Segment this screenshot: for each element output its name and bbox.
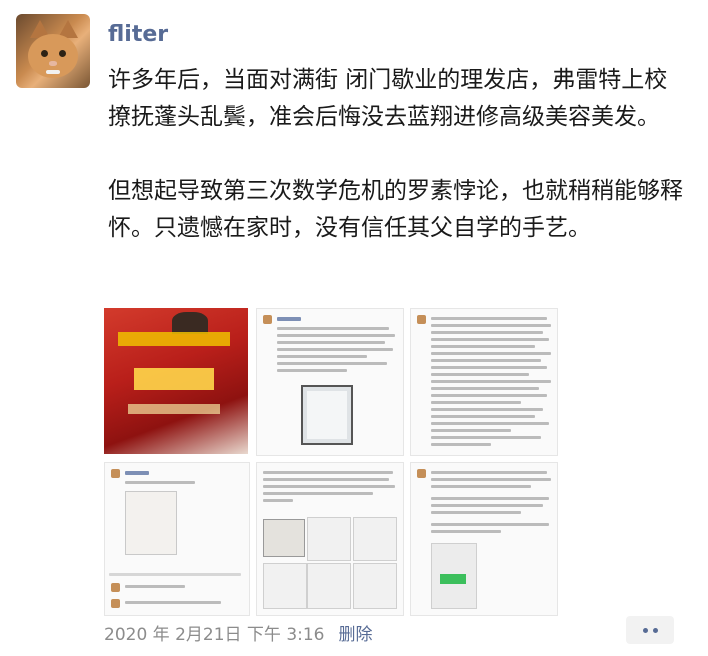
poster-portrait bbox=[172, 312, 208, 334]
text-line bbox=[431, 415, 535, 418]
mini-avatar-icon bbox=[417, 469, 426, 478]
text-line bbox=[431, 530, 501, 533]
gate-photo bbox=[263, 519, 305, 557]
text-line bbox=[431, 504, 543, 507]
document-photo bbox=[353, 563, 397, 609]
text-line bbox=[431, 497, 549, 500]
text-line bbox=[431, 511, 521, 514]
image-thumbnail-2[interactable] bbox=[256, 308, 404, 456]
text-line bbox=[125, 601, 221, 604]
text-line bbox=[431, 401, 521, 404]
text-line bbox=[431, 338, 549, 341]
text-line bbox=[431, 429, 511, 432]
image-thumbnail-5[interactable] bbox=[256, 462, 404, 616]
dot bbox=[652, 627, 658, 633]
poster-banner bbox=[118, 332, 230, 346]
text-line bbox=[431, 394, 547, 397]
text-line bbox=[431, 324, 551, 327]
text-line bbox=[431, 408, 543, 411]
text-line bbox=[431, 352, 551, 355]
text-line bbox=[277, 355, 367, 358]
text-line bbox=[277, 327, 389, 330]
document-photo bbox=[307, 517, 351, 561]
phone-photo bbox=[431, 543, 477, 609]
post-paragraph-2: 但想起导致第三次数学危机的罗素悖论，也就稍稍能够释怀。只遗憾在家时，没有信任其父… bbox=[108, 178, 683, 241]
text-line bbox=[125, 585, 185, 588]
cat-eye-right bbox=[59, 50, 66, 57]
cat-eye-left bbox=[41, 50, 48, 57]
image-grid bbox=[104, 308, 558, 616]
cat-nose bbox=[49, 61, 57, 66]
mini-author bbox=[125, 471, 149, 475]
more-dots-icon[interactable] bbox=[626, 616, 674, 644]
document-photo bbox=[307, 563, 351, 609]
text-line bbox=[263, 492, 373, 495]
text-line bbox=[431, 387, 539, 390]
mini-author bbox=[277, 317, 301, 321]
mini-avatar-icon bbox=[111, 599, 120, 608]
text-line bbox=[431, 422, 549, 425]
image-thumbnail-3[interactable] bbox=[410, 308, 558, 456]
poster-subline bbox=[128, 404, 220, 414]
mini-avatar-icon bbox=[263, 315, 272, 324]
text-line bbox=[431, 380, 551, 383]
green-bubble bbox=[440, 574, 466, 584]
mini-avatar-icon bbox=[111, 469, 120, 478]
text-line bbox=[263, 499, 293, 502]
text-line bbox=[431, 471, 547, 474]
post-meta: 2020 年 2月21日 下午 3:16 删除 bbox=[104, 620, 373, 645]
author-name[interactable]: fliter bbox=[108, 22, 168, 47]
text-line bbox=[277, 369, 347, 372]
text-line bbox=[263, 471, 393, 474]
text-line bbox=[277, 334, 395, 337]
text-line bbox=[431, 478, 551, 481]
image-thumbnail-1[interactable] bbox=[104, 308, 248, 454]
text-line bbox=[431, 366, 547, 369]
delete-link[interactable]: 删除 bbox=[339, 625, 373, 645]
text-line bbox=[431, 485, 531, 488]
document-photo bbox=[263, 563, 307, 609]
post-paragraph-1: 许多年后，当面对满街 闭门歇业的理发店，弗雷特上校撩抚蓬头乱鬓，准会后悔没去蓝翔… bbox=[108, 67, 668, 130]
mini-avatar-icon bbox=[111, 583, 120, 592]
text-line bbox=[263, 478, 389, 481]
text-line bbox=[431, 373, 529, 376]
text-line bbox=[109, 573, 241, 576]
screen-photo bbox=[301, 385, 353, 445]
text-line bbox=[431, 345, 535, 348]
text-line bbox=[263, 485, 395, 488]
dot bbox=[642, 627, 648, 633]
text-line bbox=[431, 359, 541, 362]
document-photo bbox=[353, 517, 397, 561]
text-line bbox=[431, 331, 543, 334]
mini-avatar-icon bbox=[417, 315, 426, 324]
cat-avatar-icon[interactable] bbox=[16, 14, 90, 88]
sketch-photo bbox=[125, 491, 177, 555]
image-thumbnail-4[interactable] bbox=[104, 462, 250, 616]
text-line bbox=[277, 341, 385, 344]
text-line bbox=[125, 481, 195, 484]
cat-mouth bbox=[46, 70, 60, 74]
poster-headline bbox=[134, 368, 214, 390]
post-timestamp: 2020 年 2月21日 下午 3:16 bbox=[104, 625, 325, 645]
text-line bbox=[431, 436, 541, 439]
text-line bbox=[431, 443, 491, 446]
post-text: 许多年后，当面对满街 闭门歇业的理发店，弗雷特上校撩抚蓬头乱鬓，准会后悔没去蓝翔… bbox=[108, 62, 690, 247]
screen-content bbox=[307, 391, 347, 439]
text-line bbox=[431, 317, 547, 320]
image-thumbnail-6[interactable] bbox=[410, 462, 558, 616]
text-line bbox=[431, 523, 549, 526]
text-line bbox=[277, 362, 387, 365]
text-line bbox=[277, 348, 393, 351]
